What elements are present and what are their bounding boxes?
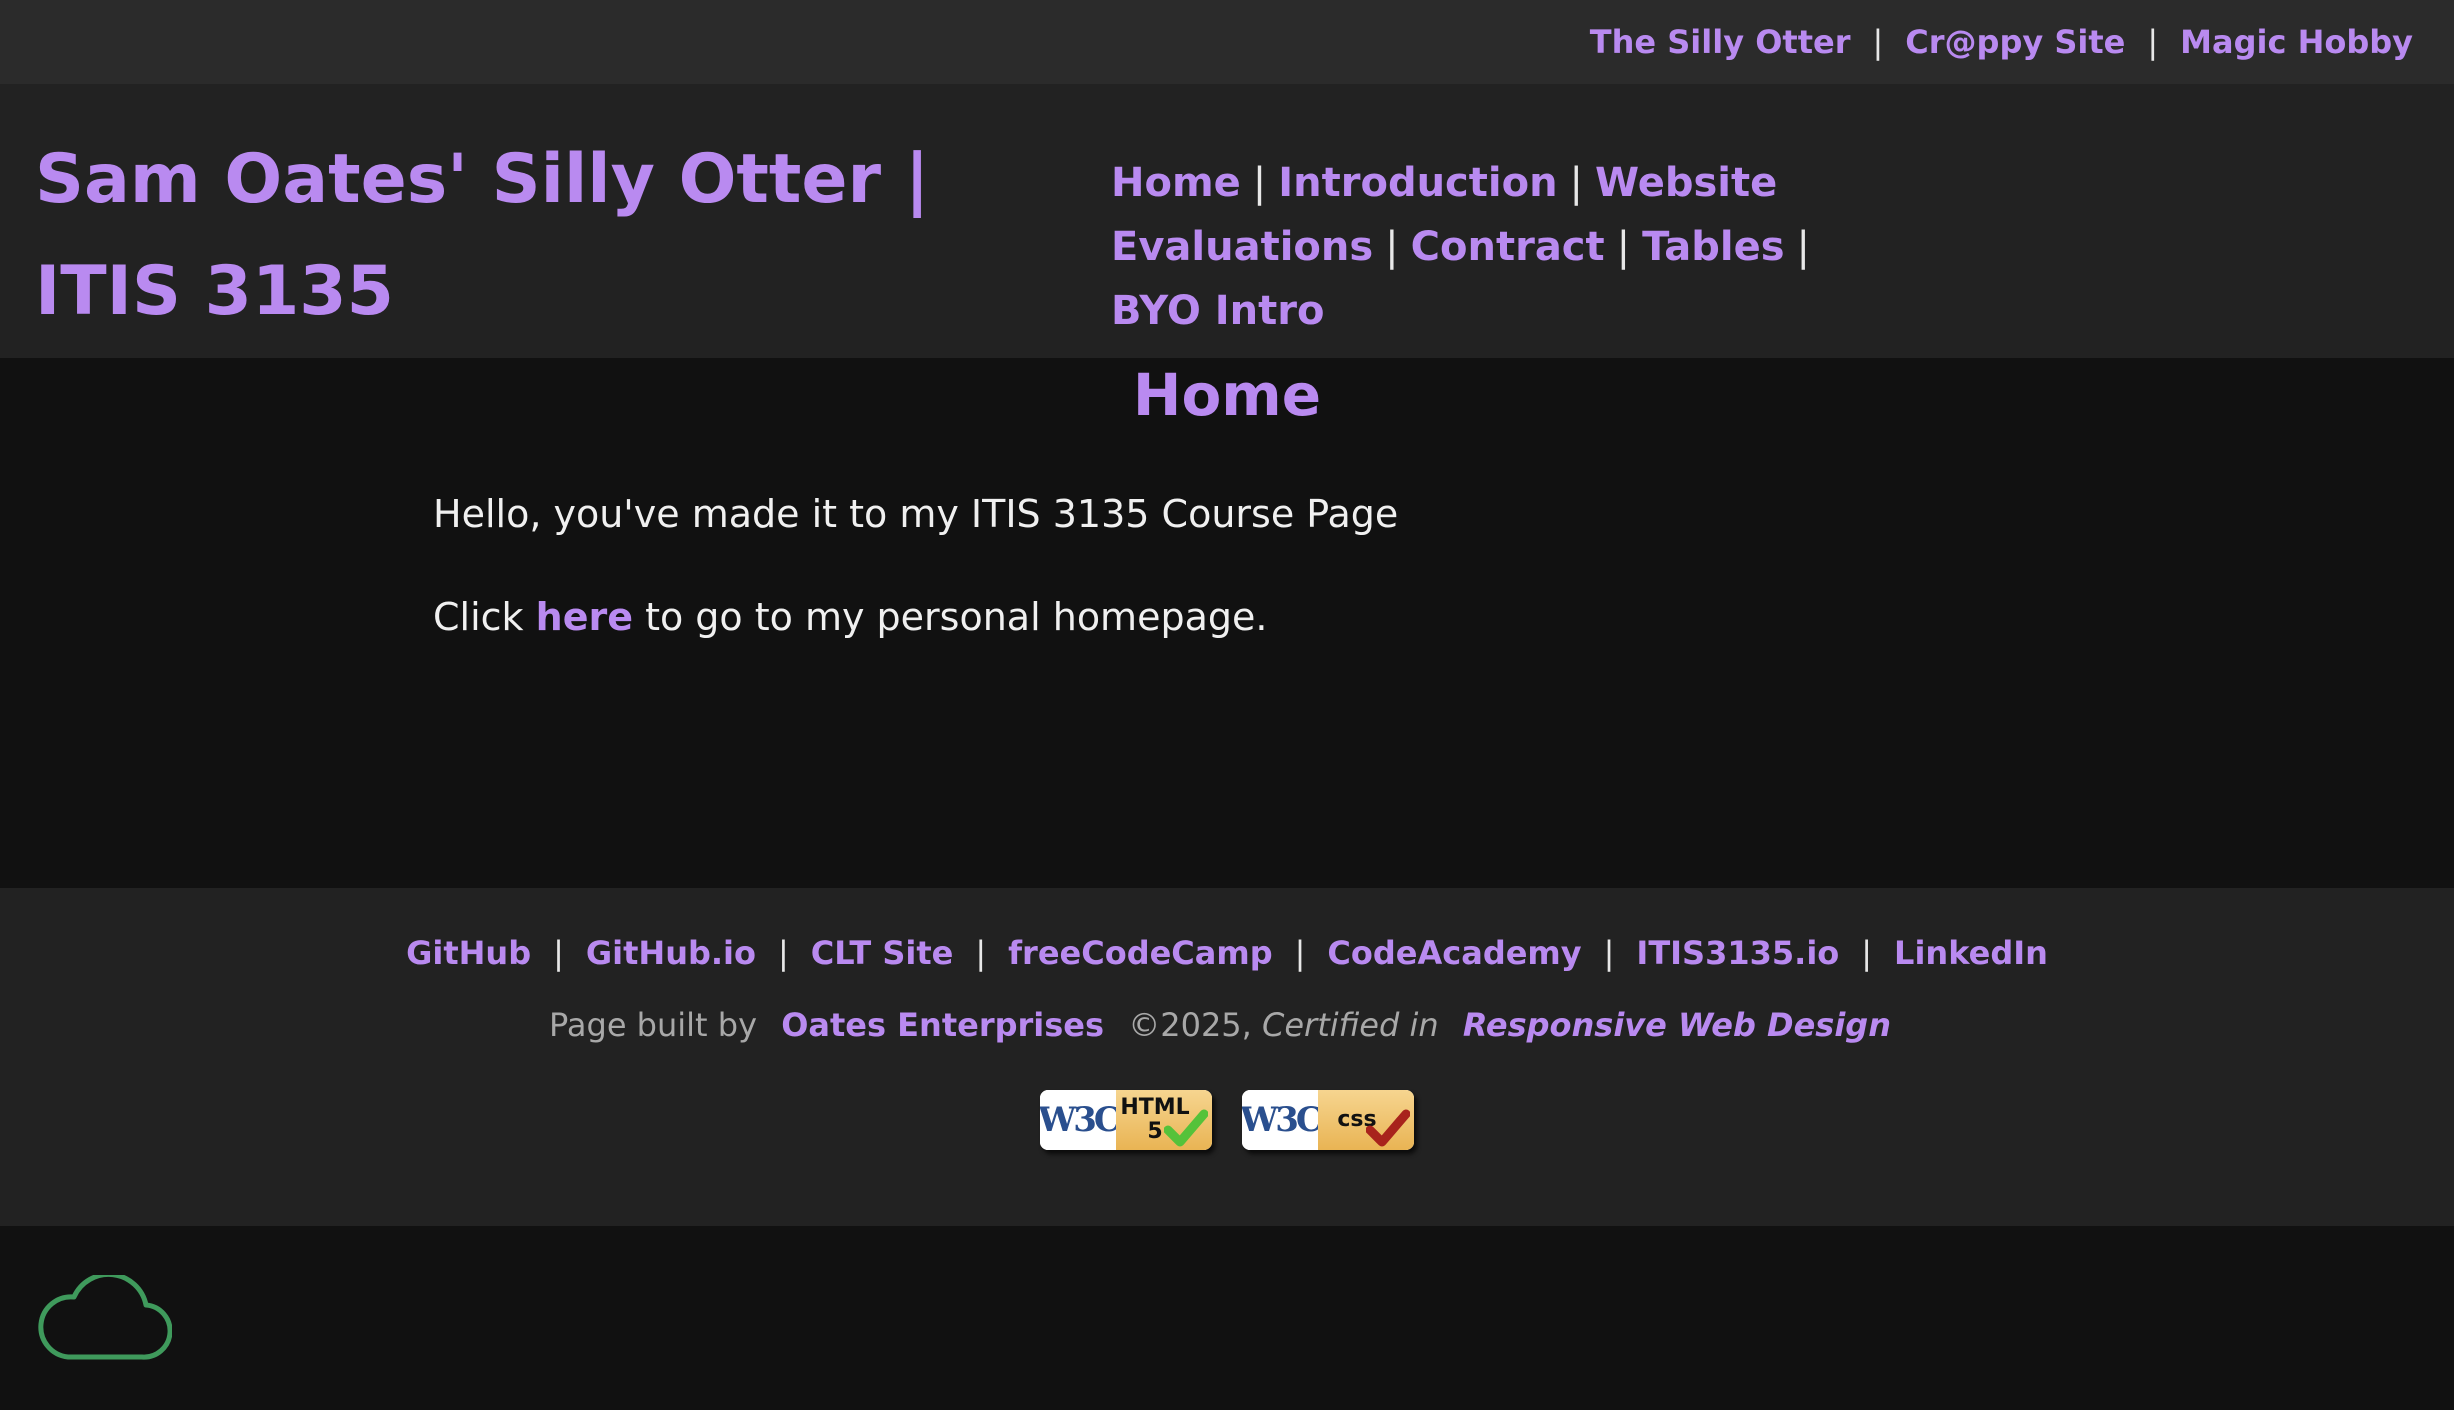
separator: | — [777, 934, 789, 972]
site-footer: GitHub | GitHub.io | CLT Site | freeCodeCamp | C… — [0, 888, 2454, 1226]
nav-byo-intro[interactable]: BYO Intro — [1111, 288, 1324, 334]
footer-link-linkedin[interactable]: LinkedIn — [1894, 934, 2048, 972]
top-link-silly-otter[interactable]: The Silly Otter — [1590, 18, 1851, 66]
nav-home[interactable]: Home — [1111, 160, 1241, 206]
footer-link-itis3135io[interactable]: ITIS3135.io — [1636, 934, 1839, 972]
nav-contract[interactable]: Contract — [1411, 224, 1605, 270]
copyright: ©2025, — [1128, 1006, 1252, 1044]
footer-links: GitHub | GitHub.io | CLT Site | freeCodeCamp | C… — [0, 930, 2454, 976]
site-header: Sam Oates' Silly Otter | ITIS 3135 Home |… — [0, 84, 2454, 358]
separator: | — [1796, 224, 1811, 270]
bottom-area — [0, 1226, 2454, 1410]
certification-link[interactable]: Responsive Web Design — [1463, 1006, 1891, 1044]
w3c-css-badge[interactable]: W3C css — [1242, 1090, 1414, 1150]
checkmark-icon — [1164, 1109, 1208, 1147]
main-nav: Home | Introduction | Website Evaluations | Co… — [1111, 151, 2431, 343]
footer-link-codeacademy[interactable]: CodeAcademy — [1327, 934, 1581, 972]
company-link[interactable]: Oates Enterprises — [781, 1006, 1104, 1044]
cloud-icon[interactable] — [38, 1275, 172, 1361]
separator: | — [975, 934, 987, 972]
w3c-html5-badge[interactable]: W3C HTML 5 — [1040, 1090, 1212, 1150]
nav-tables[interactable]: Tables — [1642, 224, 1784, 270]
w3c-logo: W3C — [1242, 1090, 1323, 1150]
top-bar: The Silly Otter | Cr@ppy Site | Magic Ho… — [0, 0, 2454, 84]
top-links: The Silly Otter | Cr@ppy Site | Magic Ho… — [1590, 18, 2413, 66]
page-heading: Home — [1132, 361, 1322, 429]
footer-link-clt-site[interactable]: CLT Site — [811, 934, 954, 972]
paragraph-text: to go to my personal homepage. — [632, 595, 1268, 639]
credits-prefix: Page built by — [549, 1006, 758, 1044]
top-link-crappy-site[interactable]: Cr@ppy Site — [1905, 18, 2125, 66]
footer-link-github[interactable]: GitHub — [406, 934, 531, 972]
separator: | — [1616, 224, 1631, 270]
credits-line: Page built by Oates Enterprises ©2025, C… — [0, 1002, 2454, 1048]
w3c-logo: W3C — [1040, 1090, 1121, 1150]
separator: | — [1569, 160, 1584, 206]
main-content: Home Hello, you've made it to my ITIS 31… — [0, 358, 2454, 888]
top-link-magic-hobby[interactable]: Magic Hobby — [2180, 18, 2413, 66]
separator: | — [1385, 224, 1399, 270]
nav-introduction[interactable]: Introduction — [1278, 160, 1557, 206]
paragraph-text: Click — [433, 595, 536, 639]
footer-link-githubio[interactable]: GitHub.io — [586, 934, 756, 972]
homepage-paragraph: Click here to go to my personal homepage… — [433, 591, 1267, 643]
validation-badges: W3C HTML 5 W3C css — [0, 1090, 2454, 1150]
separator: | — [1252, 160, 1267, 206]
checkmark-icon — [1366, 1109, 1410, 1147]
separator: | — [1872, 23, 1884, 61]
separator: | — [1603, 934, 1615, 972]
intro-paragraph: Hello, you've made it to my ITIS 3135 Co… — [433, 492, 1399, 536]
separator: | — [1861, 934, 1873, 972]
separator: | — [1294, 934, 1306, 972]
separator: | — [2147, 23, 2159, 61]
badge-label-line2: 5 — [1147, 1119, 1163, 1144]
site-title: Sam Oates' Silly Otter | ITIS 3135 — [35, 140, 930, 331]
here-link[interactable]: here — [536, 595, 633, 639]
separator: | — [553, 934, 564, 972]
footer-link-freecodecamp[interactable]: freeCodeCamp — [1008, 934, 1273, 972]
certified-label: Certified in — [1262, 1006, 1439, 1044]
